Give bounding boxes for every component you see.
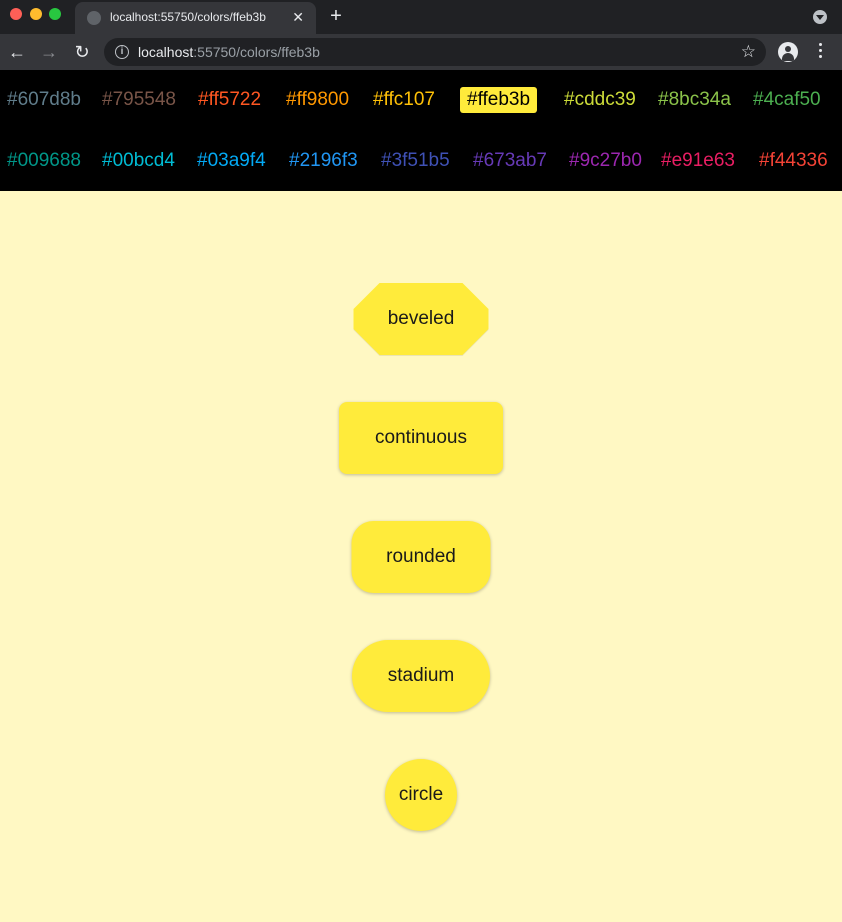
color-swatch-ffeb3b[interactable]: #ffeb3b (460, 87, 538, 113)
continuous-button[interactable]: continuous (339, 402, 503, 474)
new-tab-button[interactable]: + (328, 5, 344, 27)
color-swatch-795548[interactable]: #795548 (95, 87, 183, 113)
tab-close-icon[interactable]: ✕ (292, 8, 304, 26)
color-swatch-ff5722[interactable]: #ff5722 (191, 87, 268, 113)
url-host: localhost (138, 44, 194, 60)
circle-button[interactable]: circle (385, 759, 457, 831)
forward-arrow-icon[interactable]: → (37, 40, 61, 64)
color-swatch-9c27b0[interactable]: #9c27b0 (562, 148, 649, 174)
color-swatch-f44336[interactable]: #f44336 (752, 148, 835, 174)
url-text[interactable]: localhost:55750/colors/ffeb3b (138, 44, 320, 60)
color-swatch-cddc39[interactable]: #cddc39 (557, 87, 643, 113)
color-swatch-009688[interactable]: #009688 (0, 148, 88, 174)
profile-icon[interactable] (778, 42, 798, 62)
rounded-button[interactable]: rounded (351, 521, 491, 593)
menu-kebab-icon[interactable] (816, 43, 824, 61)
color-swatch-e91e63[interactable]: #e91e63 (654, 148, 742, 174)
bookmark-star-icon[interactable]: ☆ (741, 41, 756, 63)
color-swatch-2196f3[interactable]: #2196f3 (282, 148, 365, 174)
url-path: :55750/colors/ffeb3b (193, 44, 320, 60)
browser-tab[interactable]: localhost:55750/colors/ffeb3b ✕ (75, 2, 316, 34)
back-arrow-icon[interactable]: ← (5, 40, 29, 64)
color-swatch-ffc107[interactable]: #ffc107 (366, 87, 442, 113)
tab-search-icon[interactable] (813, 10, 827, 24)
color-swatch-4caf50[interactable]: #4caf50 (746, 87, 828, 113)
color-swatch-ff9800[interactable]: #ff9800 (279, 87, 356, 113)
address-bar[interactable]: i localhost:55750/colors/ffeb3b ☆ (104, 38, 766, 66)
color-palette: #607d8b #795548 #ff5722 #ff9800 #ffc107 #ffeb… (0, 70, 842, 191)
color-swatch-3f51b5[interactable]: #3f51b5 (374, 148, 457, 174)
color-swatch-673ab7[interactable]: #673ab7 (466, 148, 554, 174)
color-swatch-03a9f4[interactable]: #03a9f4 (190, 148, 273, 174)
browser-titlebar: localhost:55750/colors/ffeb3b ✕ + (0, 0, 842, 34)
beveled-button[interactable]: beveled (353, 283, 489, 355)
tab-title: localhost:55750/colors/ffeb3b (110, 10, 266, 24)
info-icon[interactable]: i (115, 45, 129, 59)
minimize-window-button[interactable] (30, 8, 42, 20)
close-window-button[interactable] (10, 8, 22, 20)
globe-icon (87, 11, 101, 25)
browser-toolbar: ← → ↻ i localhost:55750/colors/ffeb3b ☆ (0, 34, 842, 70)
reload-icon[interactable]: ↻ (70, 40, 94, 64)
color-swatch-607d8b[interactable]: #607d8b (0, 87, 88, 113)
maximize-window-button[interactable] (49, 8, 61, 20)
color-swatch-00bcd4[interactable]: #00bcd4 (95, 148, 182, 174)
stadium-button[interactable]: stadium (352, 640, 490, 712)
color-swatch-8bc34a[interactable]: #8bc34a (651, 87, 738, 113)
